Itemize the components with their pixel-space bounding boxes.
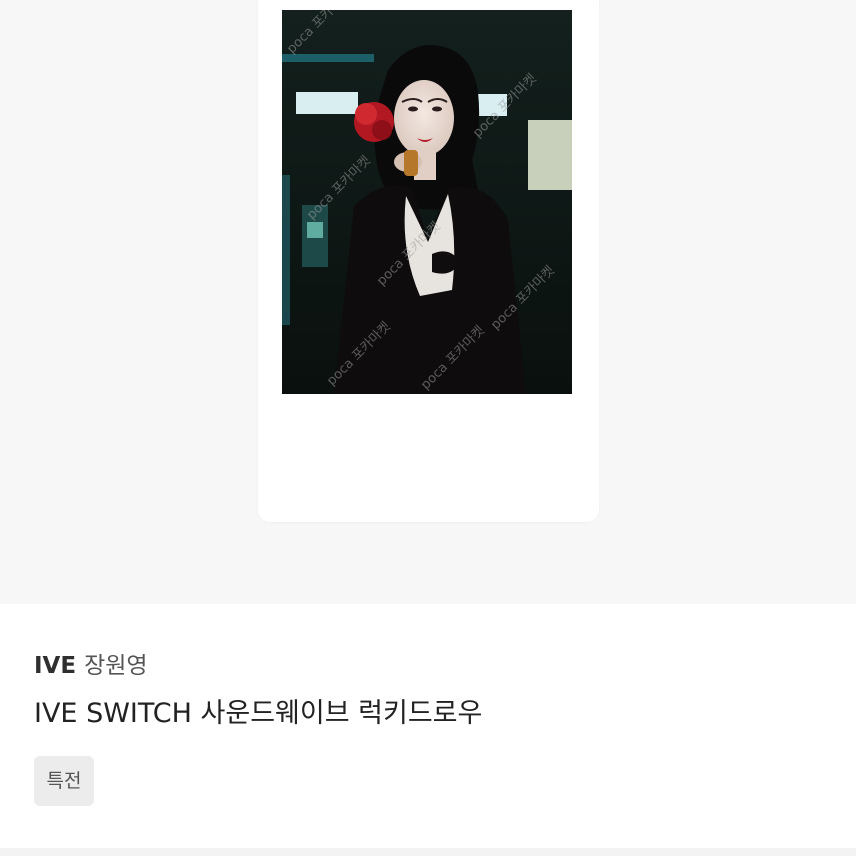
photocard: poca 포카마켓 poca 포카마켓 poca 포카마켓 poca 포카마켓 … xyxy=(258,0,599,522)
artist-line[interactable]: IVE 장원영 xyxy=(34,648,824,684)
artist-member: 장원영 xyxy=(84,653,148,679)
product-image-area[interactable]: poca 포카마켓 poca 포카마켓 poca 포카마켓 poca 포카마켓 … xyxy=(0,0,856,604)
product-title: IVE SWITCH 사운드웨이브 럭키드로우 xyxy=(34,698,483,729)
product-detail-page: poca 포카마켓 poca 포카마켓 poca 포카마켓 poca 포카마켓 … xyxy=(0,0,856,856)
section-divider xyxy=(0,848,856,856)
product-info: IVE 장원영 IVE SWITCH 사운드웨이브 럭키드로우 xyxy=(34,648,824,734)
tag-badge[interactable]: 특전 xyxy=(34,756,94,806)
artist-group: IVE xyxy=(34,653,77,679)
photo-illustration: poca 포카마켓 poca 포카마켓 poca 포카마켓 poca 포카마켓 … xyxy=(282,10,572,394)
photocard-image[interactable]: poca 포카마켓 poca 포카마켓 poca 포카마켓 poca 포카마켓 … xyxy=(282,10,572,394)
